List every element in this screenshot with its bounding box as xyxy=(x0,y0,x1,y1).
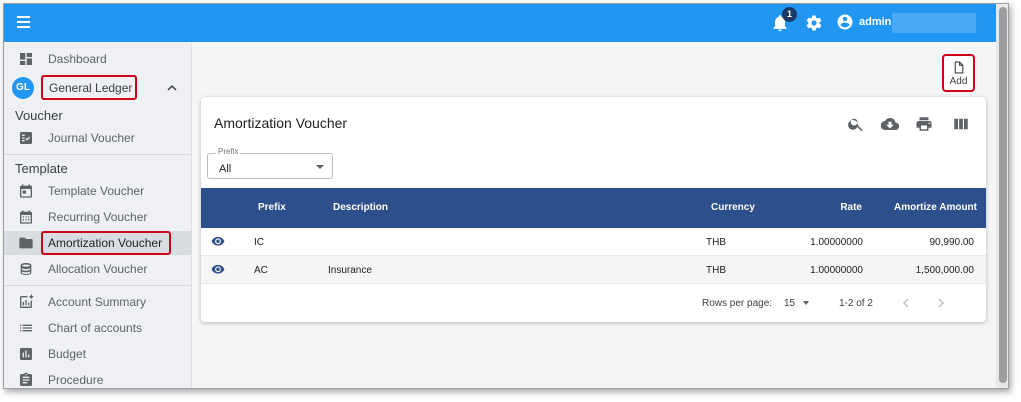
sidebar-item-label: Journal Voucher xyxy=(48,131,135,145)
top-app-bar: 1 admin xyxy=(4,4,996,42)
page-title: Amortization Voucher xyxy=(214,115,348,131)
sidebar: Dashboard GL General Ledger Voucher Jour… xyxy=(4,42,192,388)
prefix-select-value: All xyxy=(219,163,232,175)
sidebar-item-budget[interactable]: Budget xyxy=(4,342,192,366)
redacted-username xyxy=(892,13,976,33)
list-icon xyxy=(20,324,32,332)
section-heading-template: Template xyxy=(15,161,68,176)
folder-icon xyxy=(19,237,33,249)
prefix-select[interactable]: Prefix All xyxy=(207,147,333,179)
gear-icon[interactable] xyxy=(805,14,823,32)
dropdown-arrow-icon[interactable] xyxy=(803,301,809,305)
rows-per-page-label: Rows per page: xyxy=(702,298,773,309)
cell-amortize-amount: 90,990.00 xyxy=(929,237,975,248)
vertical-scrollbar[interactable] xyxy=(996,4,1008,388)
sidebar-item-recurring-voucher[interactable]: Recurring Voucher xyxy=(4,205,192,229)
sidebar-item-chart-of-accounts[interactable]: Chart of accounts xyxy=(4,316,192,340)
calendar-icon xyxy=(20,184,32,198)
chevron-left-icon[interactable] xyxy=(900,296,912,310)
column-header-prefix[interactable]: Prefix xyxy=(258,202,286,213)
sidebar-divider xyxy=(4,154,192,155)
sidebar-item-label: Procedure xyxy=(48,373,104,387)
highlight-general-ledger xyxy=(41,75,137,100)
sidebar-item-account-summary[interactable]: Account Summary xyxy=(4,290,192,314)
pagination-range: 1-2 of 2 xyxy=(839,298,873,309)
chart-add-icon xyxy=(20,294,34,308)
dropdown-arrow-icon xyxy=(316,165,324,169)
new-document-icon xyxy=(954,61,964,74)
cell-prefix: IC xyxy=(254,237,264,248)
database-icon xyxy=(20,263,32,275)
cell-description: Insurance xyxy=(328,265,372,276)
scrollbar-thumb[interactable] xyxy=(999,7,1007,383)
sidebar-item-label: Template Voucher xyxy=(48,184,145,198)
chevron-up-icon[interactable] xyxy=(166,83,178,93)
cell-currency: THB xyxy=(706,265,726,276)
sidebar-item-dashboard[interactable]: Dashboard xyxy=(4,47,192,71)
bar-chart-icon xyxy=(20,348,32,360)
sidebar-divider xyxy=(4,285,192,286)
column-header-currency[interactable]: Currency xyxy=(711,202,755,213)
view-columns-icon[interactable] xyxy=(952,115,970,133)
amortization-voucher-card: Amortization Voucher Prefix All Prefix D… xyxy=(201,97,986,322)
column-header-amortize-amount[interactable]: Amortize Amount xyxy=(894,202,977,213)
cloud-download-icon[interactable] xyxy=(881,115,899,133)
sidebar-item-label: Allocation Voucher xyxy=(48,262,148,276)
sidebar-item-label: Dashboard xyxy=(48,52,107,66)
sidebar-item-label: Budget xyxy=(48,347,87,361)
search-icon[interactable] xyxy=(847,115,865,133)
column-header-description[interactable]: Description xyxy=(333,202,388,213)
cell-prefix: AC xyxy=(254,265,268,276)
sidebar-item-allocation-voucher[interactable]: Allocation Voucher xyxy=(4,257,192,281)
app-window: 1 admin Dashboard GL General Ledger Vouc… xyxy=(3,3,1009,389)
print-icon[interactable] xyxy=(915,115,933,133)
sidebar-item-journal-voucher[interactable]: Journal Voucher xyxy=(4,126,192,150)
journal-icon xyxy=(20,132,32,144)
table-header: Prefix Description Currency Rate Amortiz… xyxy=(201,188,986,228)
sidebar-item-label: Recurring Voucher xyxy=(48,210,148,224)
clipboard-icon xyxy=(20,372,32,386)
pagination: Rows per page: 15 1-2 of 2 xyxy=(201,292,986,316)
cell-rate: 1.00000000 xyxy=(810,237,863,248)
menu-icon[interactable] xyxy=(14,13,34,33)
add-button[interactable]: Add xyxy=(942,54,975,92)
view-eye-icon[interactable] xyxy=(211,263,225,275)
add-button-label: Add xyxy=(949,76,968,87)
chevron-right-icon[interactable] xyxy=(935,296,947,310)
table-row[interactable]: IC THB 1.00000000 90,990.00 xyxy=(201,228,986,256)
sidebar-item-template-voucher[interactable]: Template Voucher xyxy=(4,179,192,203)
highlight-amortization-voucher xyxy=(41,231,171,255)
section-heading-voucher: Voucher xyxy=(15,108,63,123)
column-header-rate[interactable]: Rate xyxy=(840,202,862,213)
cell-currency: THB xyxy=(706,237,726,248)
cell-amortize-amount: 1,500,000.00 xyxy=(915,265,974,276)
sidebar-item-label: Chart of accounts xyxy=(48,321,143,335)
calendar-grid-icon xyxy=(20,210,32,224)
dashboard-icon xyxy=(20,53,32,65)
table-row[interactable]: AC Insurance THB 1.00000000 1,500,000.00 xyxy=(201,256,986,284)
cell-rate: 1.00000000 xyxy=(810,265,863,276)
sidebar-item-procedure[interactable]: Procedure xyxy=(4,368,192,388)
user-name[interactable]: admin xyxy=(859,16,891,28)
prefix-select-label: Prefix xyxy=(216,147,241,156)
sidebar-item-label: Account Summary xyxy=(48,295,147,309)
notification-badge: 1 xyxy=(782,7,797,22)
view-eye-icon[interactable] xyxy=(211,235,225,247)
rows-per-page-select[interactable]: 15 xyxy=(784,298,795,309)
account-circle-icon[interactable] xyxy=(836,13,854,31)
